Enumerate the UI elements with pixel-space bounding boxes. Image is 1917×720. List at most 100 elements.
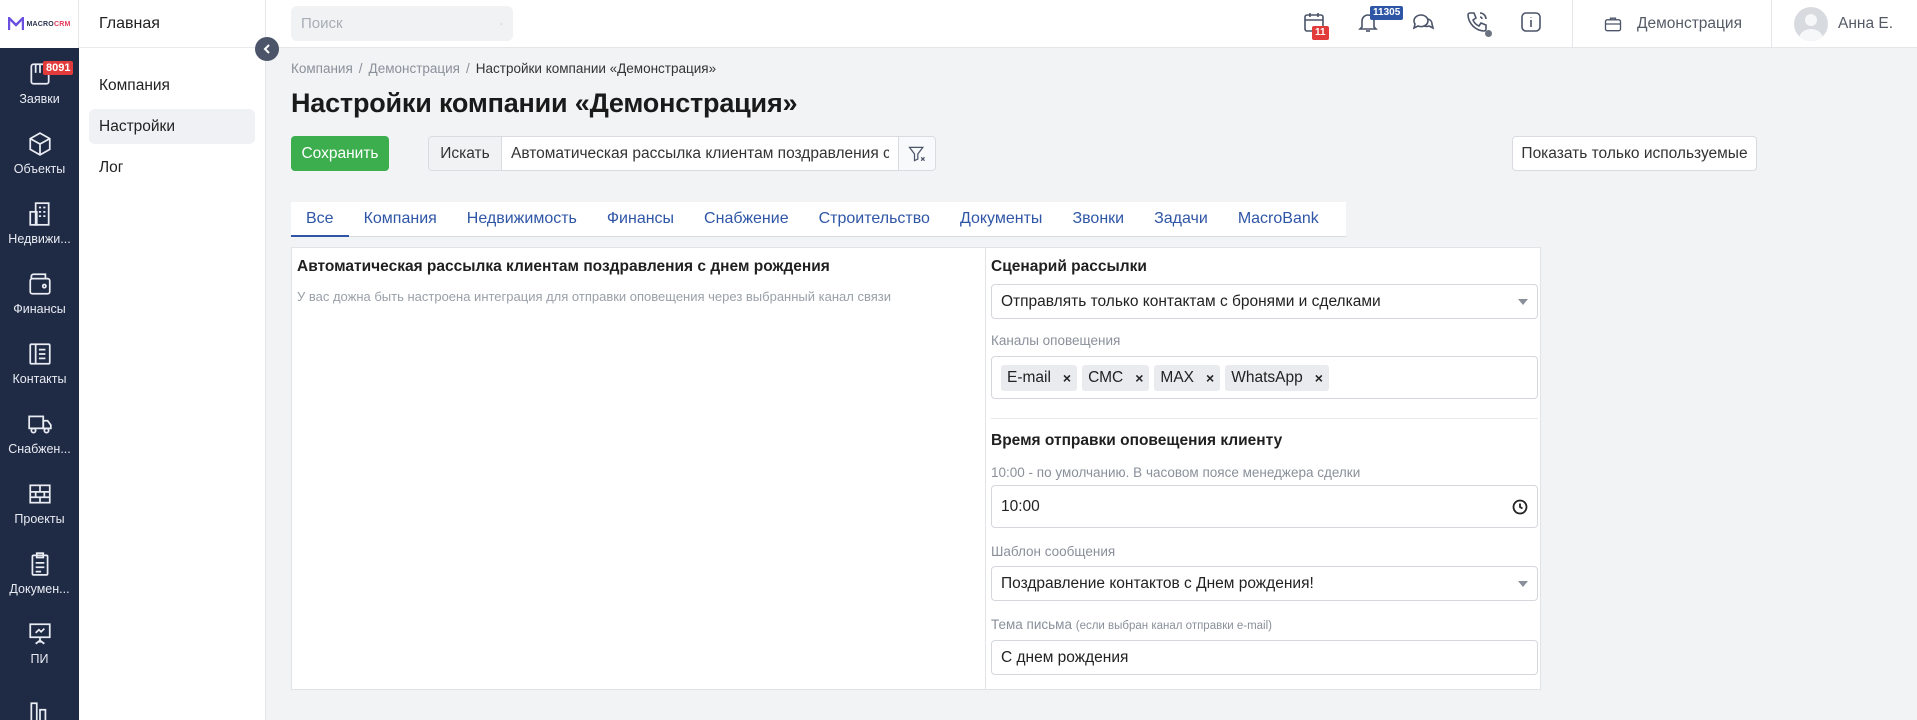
rail-item-pi[interactable]: ПИ (0, 608, 79, 678)
workspace-name: Демонстрация (1637, 15, 1742, 32)
scenario-select[interactable]: Отправлять только контактам с бронями и … (991, 284, 1538, 319)
template-select[interactable]: Поздравление контактов с Днем рождения! (991, 566, 1538, 601)
tab-all[interactable]: Все (291, 202, 349, 237)
user-menu[interactable]: Анна Е. (1794, 0, 1893, 48)
rail-item-label: Финансы (13, 301, 66, 316)
presentation-icon (28, 622, 51, 644)
chat-button[interactable] (1411, 10, 1437, 36)
global-search[interactable] (291, 6, 513, 41)
show-used-only-button[interactable]: Показать только используемые (1512, 136, 1757, 171)
subject-note: (если выбран канал отправки e-mail) (1075, 620, 1272, 632)
collapse-sidebar-button[interactable] (255, 37, 279, 61)
breadcrumb-item-demo[interactable]: Демонстрация (369, 61, 460, 76)
rail-item-requests[interactable]: 8091 Заявки (0, 48, 79, 118)
save-button[interactable]: Сохранить (291, 136, 389, 171)
brand-name: MACROCRM (26, 20, 71, 28)
tab-supply[interactable]: Снабжение (689, 202, 804, 236)
sidebar-item-settings[interactable]: Настройки (89, 109, 255, 144)
clock-icon[interactable] (1512, 499, 1528, 515)
breadcrumb: Компания / Демонстрация / Настройки комп… (291, 61, 716, 76)
search-input[interactable] (301, 15, 500, 32)
chart-icon (29, 702, 46, 720)
chevron-left-icon (263, 44, 270, 54)
breadcrumb-item-company[interactable]: Компания (291, 61, 353, 76)
channels-multiselect[interactable]: E-mail × СМС × MAX × WhatsApp × (991, 356, 1538, 399)
rail-item-finance[interactable]: Финансы (0, 258, 79, 328)
time-hint: 10:00 - по умолчанию. В часовом поясе ме… (991, 465, 1361, 480)
logo-mark-icon (7, 17, 24, 30)
filter-clear-icon (908, 146, 925, 162)
rail-item-label: Заявки (19, 91, 60, 106)
dropdown-caret-icon (1518, 298, 1528, 305)
setting-description: У вас дожна быть настроена интеграция дл… (297, 289, 891, 304)
document-icon (31, 551, 48, 576)
panel-divider (985, 248, 986, 689)
tab-macrobank[interactable]: MacroBank (1223, 202, 1334, 236)
channel-tag: WhatsApp × (1225, 364, 1329, 391)
rail-item-supply[interactable]: Снабжен... (0, 398, 79, 468)
sidebar-item-company[interactable]: Компания (89, 68, 255, 103)
scenario-heading: Сценарий рассылки (991, 258, 1147, 275)
page-title: Настройки компании «Демонстрация» (291, 88, 798, 118)
brand-logo[interactable]: MACROCRM (0, 0, 79, 48)
tab-realty[interactable]: Недвижимость (452, 202, 592, 236)
breadcrumb-current: Настройки компании «Демонстрация» (475, 61, 717, 76)
rail-item-label: Проекты (14, 511, 65, 526)
buildings-icon (28, 201, 50, 226)
rail-item-realty[interactable]: Недвижи... (0, 188, 79, 258)
user-name: Анна Е. (1838, 15, 1894, 32)
clear-filter-button[interactable] (898, 137, 935, 170)
subject-value: С днем рождения (1001, 648, 1129, 666)
tab-construction[interactable]: Строительство (804, 202, 945, 236)
tab-calls[interactable]: Звонки (1057, 202, 1139, 236)
tab-tasks[interactable]: Задачи (1139, 202, 1223, 236)
remove-tag-icon[interactable]: × (1315, 370, 1323, 386)
truck-icon (27, 415, 52, 434)
template-selected-value: Поздравление контактов с Днем рождения! (1001, 574, 1314, 592)
sidebar-header[interactable]: Главная (79, 0, 265, 48)
rail-item-contacts[interactable]: Контакты (0, 328, 79, 398)
notifications-count-badge: 11305 (1370, 6, 1404, 20)
tab-company[interactable]: Компания (349, 202, 452, 236)
briefcase-icon (1604, 17, 1622, 32)
send-time-input[interactable]: 10:00 (991, 485, 1538, 528)
search-submit-button[interactable]: Искать (429, 137, 502, 170)
rail-item-analytics[interactable] (0, 678, 79, 720)
section-divider (991, 418, 1538, 419)
topbar-divider (1572, 0, 1573, 48)
sidebar-item-log[interactable]: Лог (89, 150, 255, 185)
search-icon (500, 22, 503, 25)
calendar-button[interactable]: 11 (1302, 10, 1329, 40)
info-button[interactable] (1519, 10, 1545, 36)
calls-button[interactable] (1465, 10, 1492, 37)
chat-icon (1412, 14, 1435, 30)
rail-item-documents[interactable]: Докумен... (0, 538, 79, 608)
rail-item-objects[interactable]: Объекты (0, 118, 79, 188)
remove-tag-icon[interactable]: × (1063, 370, 1071, 386)
cube-icon (28, 131, 51, 156)
remove-tag-icon[interactable]: × (1206, 370, 1214, 386)
top-bar: 11 11305 Демонстрация Анна Е. (266, 0, 1917, 48)
remove-tag-icon[interactable]: × (1135, 370, 1143, 386)
notifications-button[interactable]: 11305 (1356, 6, 1404, 36)
subject-input[interactable]: С днем рождения (991, 640, 1538, 675)
tab-documents[interactable]: Документы (945, 202, 1057, 236)
channel-tag: СМС × (1082, 364, 1150, 391)
category-tabs: Все Компания Недвижимость Финансы Снабже… (291, 202, 1346, 237)
rail-item-projects[interactable]: Проекты (0, 468, 79, 538)
settings-search-input[interactable] (502, 137, 898, 170)
tab-finance[interactable]: Финансы (592, 202, 689, 236)
rail-item-label: Контакты (12, 371, 67, 386)
secondary-sidebar: Главная Компания Настройки Лог (79, 0, 266, 720)
topbar-divider (1771, 0, 1772, 48)
channels-label: Каналы оповещения (991, 333, 1121, 348)
info-icon (1521, 12, 1541, 32)
workspace-switcher[interactable]: Демонстрация (1603, 0, 1742, 48)
projects-icon (28, 483, 51, 504)
wallet-icon (28, 272, 51, 295)
channel-tag: MAX × (1154, 364, 1221, 391)
template-label: Шаблон сообщения (991, 544, 1116, 559)
setting-title: Автоматическая рассылка клиентам поздрав… (297, 258, 830, 275)
avatar (1794, 7, 1828, 41)
rail-item-label: Докумен... (9, 581, 70, 596)
